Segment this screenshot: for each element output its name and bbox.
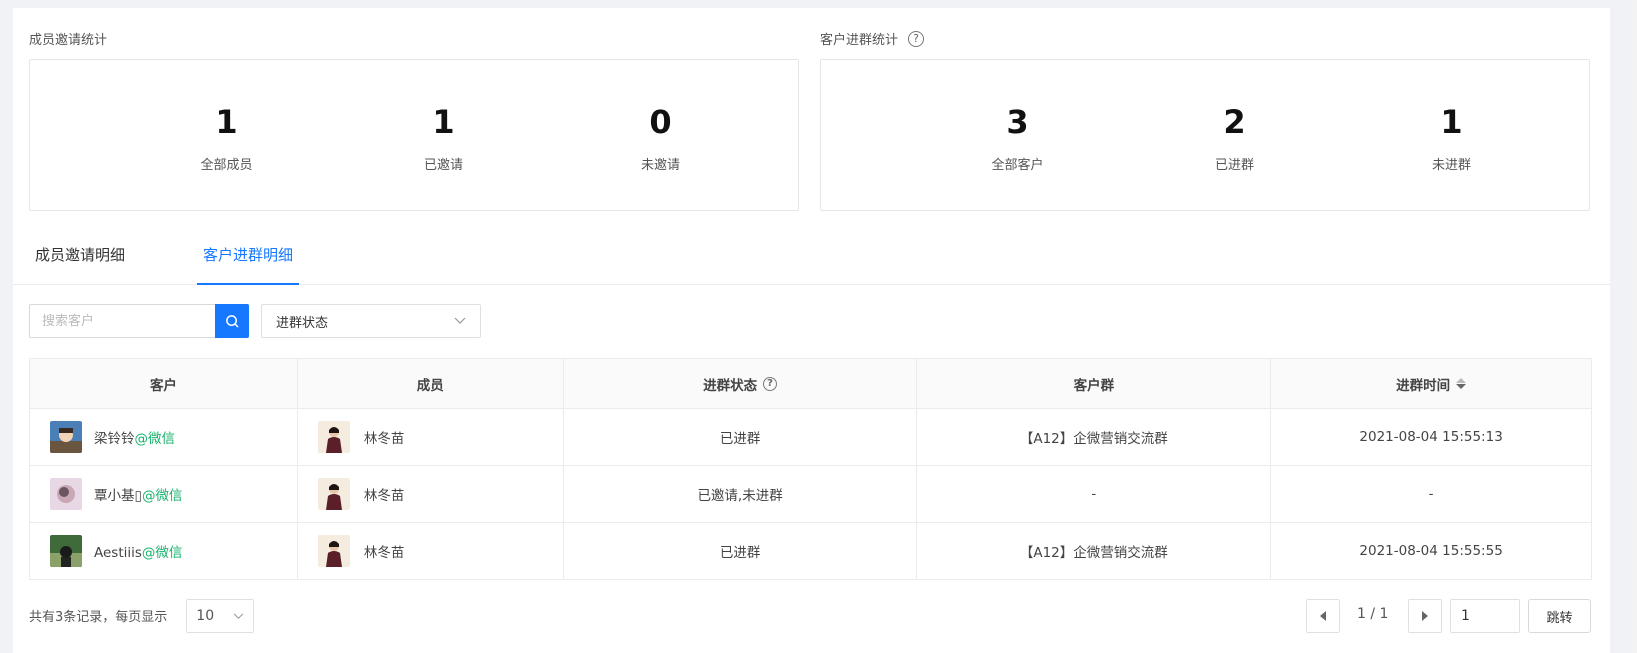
stat-value: 3 bbox=[1006, 103, 1029, 141]
help-icon[interactable]: ? bbox=[908, 30, 925, 47]
page-size-select[interactable]: 10 bbox=[186, 599, 254, 633]
header-customer: 客户 bbox=[29, 358, 298, 409]
scrollbar[interactable] bbox=[1630, 0, 1637, 653]
stat-value: 1 bbox=[1440, 103, 1463, 141]
group-cell: - bbox=[916, 465, 1272, 523]
stat-all-members: 1 全部成员 bbox=[118, 60, 335, 210]
customer-stats-title: 客户进群统计 ? bbox=[820, 29, 925, 48]
customer-avatar bbox=[50, 478, 82, 510]
page-number-input[interactable] bbox=[1450, 599, 1520, 633]
group-cell: 【A12】企微营销交流群 bbox=[916, 408, 1272, 466]
search-input[interactable] bbox=[29, 304, 215, 338]
table-row: 覃小基▯@微信 林冬苗 已邀请,未进群 - - bbox=[29, 465, 1592, 523]
caret-right-icon bbox=[1422, 611, 1428, 621]
customer-name: Aestiiis bbox=[94, 545, 142, 561]
stat-value: 2 bbox=[1223, 103, 1246, 141]
time-cell: 2021-08-04 15:55:55 bbox=[1270, 522, 1592, 580]
page-size-value: 10 bbox=[196, 608, 215, 624]
stat-not-joined: 1 未进群 bbox=[1343, 60, 1560, 210]
stat-label: 已邀请 bbox=[423, 158, 463, 173]
search-button[interactable] bbox=[215, 304, 249, 338]
stat-label: 已进群 bbox=[1214, 158, 1254, 173]
header-member: 成员 bbox=[296, 358, 564, 409]
header-time[interactable]: 进群时间 bbox=[1270, 358, 1592, 409]
stat-joined: 2 已进群 bbox=[1126, 60, 1343, 210]
help-icon[interactable]: ? bbox=[763, 376, 778, 391]
tab-customer-group-detail[interactable]: 客户进群明细 bbox=[197, 240, 300, 285]
wechat-tag: @微信 bbox=[141, 488, 183, 504]
stat-value: 1 bbox=[215, 103, 238, 141]
chevron-down-icon bbox=[454, 317, 466, 324]
time-cell: 2021-08-04 15:55:13 bbox=[1270, 408, 1592, 466]
page-info: 1 / 1 bbox=[1357, 606, 1389, 622]
stat-label: 未邀请 bbox=[640, 158, 680, 173]
detail-tabs: 成员邀请明细 客户进群明细 bbox=[13, 240, 1610, 285]
customer-name: 梁铃铃 bbox=[94, 431, 135, 447]
header-group: 客户群 bbox=[916, 358, 1272, 409]
status-cell: 已邀请,未进群 bbox=[562, 465, 918, 523]
stat-label: 全部客户 bbox=[991, 158, 1044, 173]
chevron-down-icon bbox=[233, 613, 243, 619]
wechat-tag: @微信 bbox=[134, 431, 176, 447]
next-page-button[interactable] bbox=[1408, 599, 1442, 633]
member-stats-box: 1 全部成员 1 已邀请 0 未邀请 bbox=[29, 59, 799, 211]
stat-not-invited: 0 未邀请 bbox=[552, 60, 769, 210]
member-avatar bbox=[317, 535, 350, 567]
time-cell: - bbox=[1270, 465, 1592, 523]
group-cell: 【A12】企微营销交流群 bbox=[916, 522, 1272, 580]
prev-page-button[interactable] bbox=[1306, 599, 1340, 633]
member-name: 林冬苗 bbox=[363, 488, 405, 504]
member-name: 林冬苗 bbox=[363, 545, 405, 561]
member-name: 林冬苗 bbox=[363, 431, 405, 447]
member-stats-title: 成员邀请统计 bbox=[29, 33, 108, 48]
tab-member-invite-detail[interactable]: 成员邀请明细 bbox=[29, 240, 131, 285]
customer-group-table: 客户 成员 进群状态? 客户群 进群时间 梁铃铃@微信 林冬苗 已进群 【A12… bbox=[29, 358, 1592, 580]
stat-value: 0 bbox=[649, 103, 672, 141]
header-status: 进群状态? bbox=[562, 358, 918, 409]
jump-button[interactable]: 跳转 bbox=[1528, 599, 1591, 633]
customer-stats-box: 3 全部客户 2 已进群 1 未进群 bbox=[820, 59, 1590, 211]
table-header-row: 客户 成员 进群状态? 客户群 进群时间 bbox=[29, 358, 1592, 409]
caret-left-icon bbox=[1320, 611, 1326, 621]
stat-label: 全部成员 bbox=[200, 158, 253, 173]
stat-value: 1 bbox=[432, 103, 455, 141]
search-bar bbox=[29, 304, 249, 338]
customer-name: 覃小基▯ bbox=[94, 488, 142, 504]
table-row: Aestiiis@微信 林冬苗 已进群 【A12】企微营销交流群 2021-08… bbox=[29, 522, 1592, 580]
customer-avatar bbox=[50, 421, 82, 453]
status-cell: 已进群 bbox=[562, 408, 918, 466]
group-status-select[interactable]: 进群状态 bbox=[261, 304, 481, 338]
sort-icon[interactable] bbox=[1456, 378, 1467, 389]
search-icon bbox=[225, 314, 239, 328]
table-row: 梁铃铃@微信 林冬苗 已进群 【A12】企微营销交流群 2021-08-04 1… bbox=[29, 408, 1592, 466]
stat-all-customers: 3 全部客户 bbox=[909, 60, 1126, 210]
status-cell: 已进群 bbox=[562, 522, 918, 580]
record-summary: 共有3条记录，每页显示 bbox=[29, 610, 168, 625]
member-avatar bbox=[317, 421, 350, 453]
wechat-tag: @微信 bbox=[141, 545, 183, 561]
member-avatar bbox=[317, 478, 350, 510]
stat-label: 未进群 bbox=[1431, 158, 1471, 173]
customer-avatar bbox=[50, 535, 82, 567]
stat-invited: 1 已邀请 bbox=[335, 60, 552, 210]
select-value: 进群状态 bbox=[276, 315, 329, 331]
